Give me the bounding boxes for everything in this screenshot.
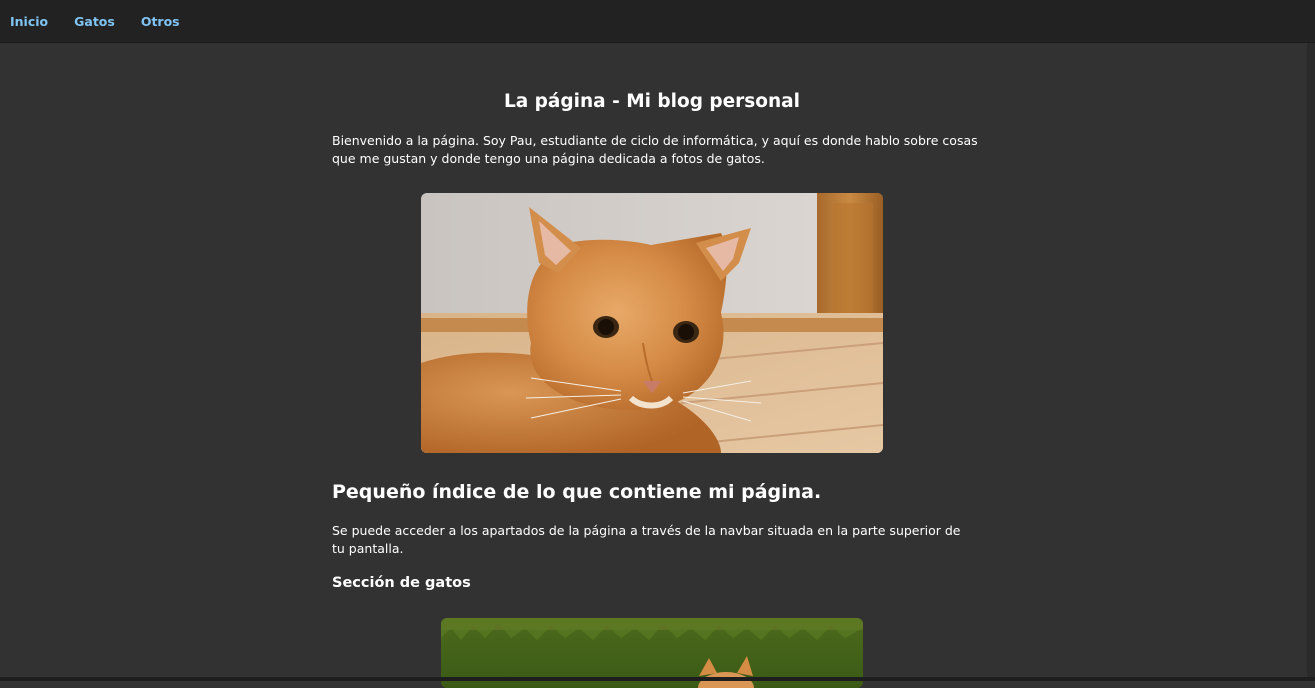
navbar: Inicio Gatos Otros [0,0,1315,43]
cat-photo [421,193,883,453]
cats-section-title: Sección de gatos [332,575,471,591]
intro-paragraph: Bienvenido a la página. Soy Pau, estudia… [332,132,980,168]
bottom-edge [0,677,1315,681]
nav-link-otros[interactable]: Otros [141,14,180,29]
nav-link-gatos[interactable]: Gatos [74,14,115,29]
index-paragraph: Se puede acceder a los apartados de la p… [332,522,972,558]
nav-link-inicio[interactable]: Inicio [10,14,48,29]
index-title: Pequeño índice de lo que contiene mi pág… [332,481,821,503]
page-title: La página - Mi blog personal [332,91,972,112]
page-scrollbar[interactable] [1307,43,1315,681]
